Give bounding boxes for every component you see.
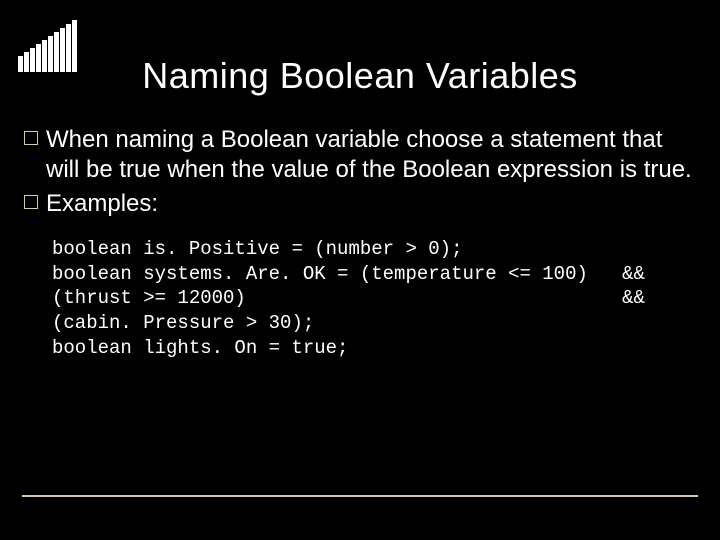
slide-title: Naming Boolean Variables <box>0 55 720 97</box>
code-line: (thrust >= 12000) && <box>52 287 645 309</box>
bullet-item: Examples: <box>24 189 696 219</box>
bullet-text: Examples: <box>46 189 158 219</box>
slide-content: When naming a Boolean variable choose a … <box>24 125 696 360</box>
code-line: boolean lights. On = true; <box>52 337 348 359</box>
code-line: boolean is. Positive = (number > 0); <box>52 238 462 260</box>
divider-line <box>22 495 698 497</box>
code-line: (cabin. Pressure > 30); <box>52 312 314 334</box>
bullet-box-icon <box>24 195 38 209</box>
bullet-box-icon <box>24 131 38 145</box>
code-line: boolean systems. Are. OK = (temperature … <box>52 263 645 285</box>
code-example: boolean is. Positive = (number > 0); boo… <box>52 237 696 360</box>
bullet-text: When naming a Boolean variable choose a … <box>46 125 696 185</box>
bullet-item: When naming a Boolean variable choose a … <box>24 125 696 185</box>
